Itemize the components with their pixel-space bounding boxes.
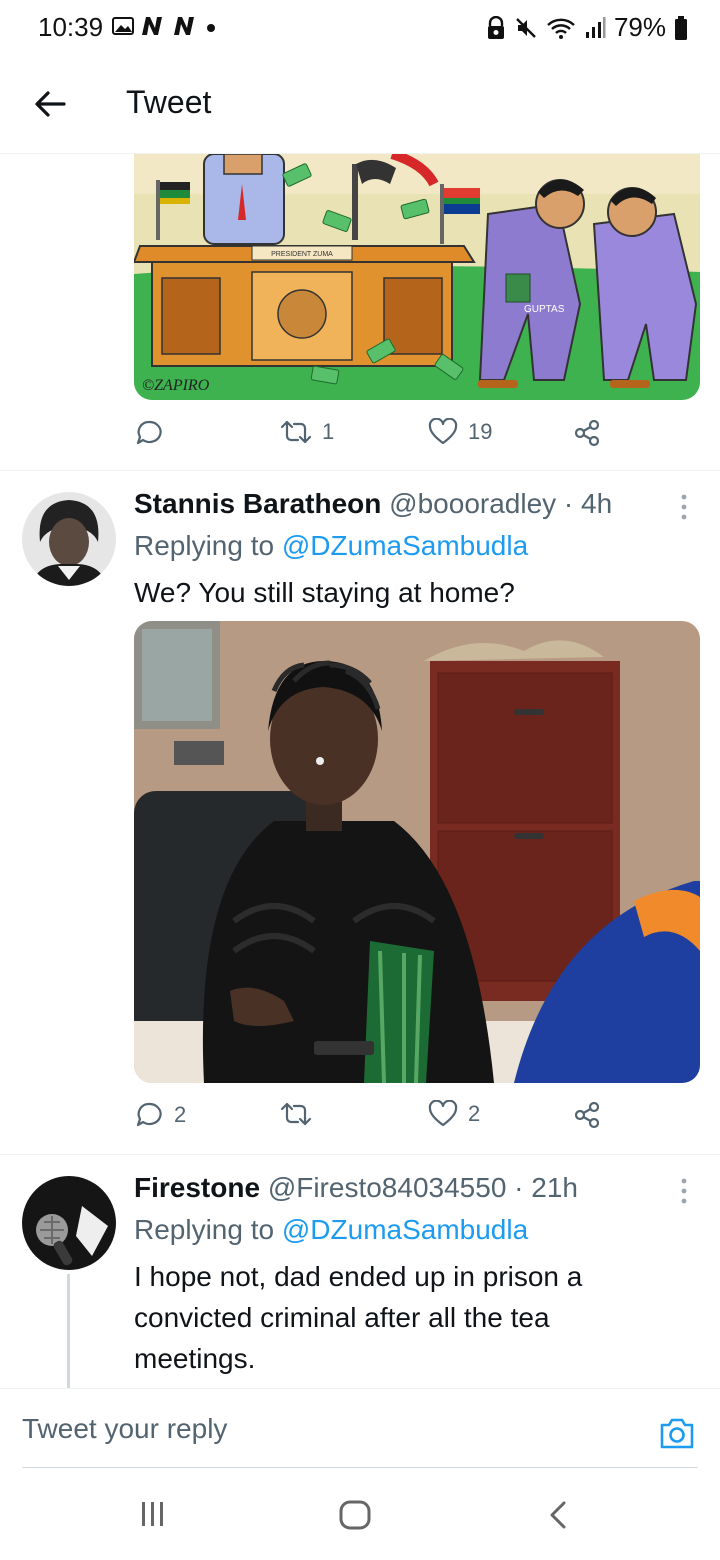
like-count: 19 <box>468 419 493 444</box>
wifi-icon <box>547 18 575 39</box>
page-title: Tweet <box>126 84 212 120</box>
mention-link[interactable]: @DZumaSambudla <box>282 530 528 561</box>
recent-apps-icon[interactable] <box>138 1500 168 1528</box>
mention-link[interactable]: @DZumaSambudla <box>282 1214 528 1245</box>
tweet-actions: 1 19 <box>134 418 614 458</box>
system-nav-bar <box>0 1468 720 1560</box>
heart-icon <box>428 1100 458 1127</box>
more-options-icon[interactable] <box>676 1176 692 1206</box>
divider <box>0 1154 720 1155</box>
thread-connector <box>67 1274 70 1388</box>
mute-icon <box>516 17 536 38</box>
cartoon-signature: ©ZAPIRO <box>142 377 210 394</box>
author-name[interactable]: Firestone <box>134 1172 260 1203</box>
share-icon <box>574 419 600 447</box>
author-handle-time[interactable]: @boooradley · 4h <box>389 488 612 519</box>
gallery-icon <box>112 17 134 35</box>
camera-icon[interactable] <box>658 1415 696 1451</box>
back-nav-icon[interactable] <box>546 1500 570 1530</box>
like-button[interactable]: 19 <box>428 418 492 446</box>
share-icon <box>574 1101 600 1129</box>
avatar[interactable] <box>22 492 116 586</box>
dot-icon <box>207 24 215 32</box>
home-icon[interactable] <box>338 1500 372 1530</box>
retweet-button[interactable]: 1 <box>280 418 334 446</box>
tweet-text: We? You still staying at home? <box>134 577 515 608</box>
arrow-left-icon <box>35 91 66 117</box>
more-options-icon[interactable] <box>676 492 692 522</box>
status-time: 10:39 <box>38 12 104 42</box>
status-bar: 10:39 79% <box>0 0 720 56</box>
reply-composer: Tweet your reply <box>0 1388 720 1469</box>
retweet-button[interactable] <box>280 1100 322 1128</box>
bag-label: GUPTAS <box>524 304 565 315</box>
like-count: 2 <box>468 1101 481 1126</box>
tweet-thread[interactable]: PRESIDENT ZUMA GUPTAS ©ZAPIRO 1 19 Stann… <box>0 154 720 1388</box>
heart-icon <box>428 418 458 445</box>
reply-input[interactable]: Tweet your reply <box>22 1413 227 1445</box>
retweet-count: 1 <box>322 419 335 444</box>
divider <box>0 470 720 471</box>
reply-button[interactable]: 2 <box>134 1100 186 1130</box>
avatar[interactable] <box>22 1176 116 1270</box>
reply-button[interactable] <box>134 418 174 448</box>
n-app-icon <box>174 17 194 35</box>
desk-plate-text: PRESIDENT ZUMA <box>271 251 333 258</box>
retweet-icon <box>280 1102 312 1126</box>
battery-icon <box>675 15 687 40</box>
reply-count: 2 <box>174 1102 187 1127</box>
cartoon-image[interactable]: PRESIDENT ZUMA GUPTAS ©ZAPIRO <box>134 154 700 400</box>
tweet-photo[interactable] <box>134 621 700 1083</box>
tweet-text: I hope not, dad ended up in prison a con… <box>134 1261 583 1374</box>
retweet-icon <box>280 420 312 444</box>
n-app-icon <box>142 17 162 35</box>
back-button[interactable] <box>30 84 70 124</box>
share-button[interactable] <box>572 418 602 448</box>
top-app-bar: Tweet <box>0 56 720 154</box>
author-name[interactable]: Stannis Baratheon <box>134 488 381 519</box>
replying-to: Replying to @DZumaSambudla <box>134 1214 529 1245</box>
share-button[interactable] <box>572 1100 602 1130</box>
author-handle-time[interactable]: @Firesto84034550 · 21h <box>268 1172 578 1203</box>
like-button[interactable]: 2 <box>428 1100 480 1128</box>
tweet-actions: 2 2 <box>134 1100 614 1140</box>
reply-icon <box>136 1102 162 1127</box>
reply-icon <box>136 420 162 445</box>
battery-percent: 79% <box>613 12 666 42</box>
sync-lock-icon <box>487 15 504 39</box>
replying-to: Replying to @DZumaSambudla <box>134 530 529 561</box>
signal-icon <box>585 16 606 38</box>
